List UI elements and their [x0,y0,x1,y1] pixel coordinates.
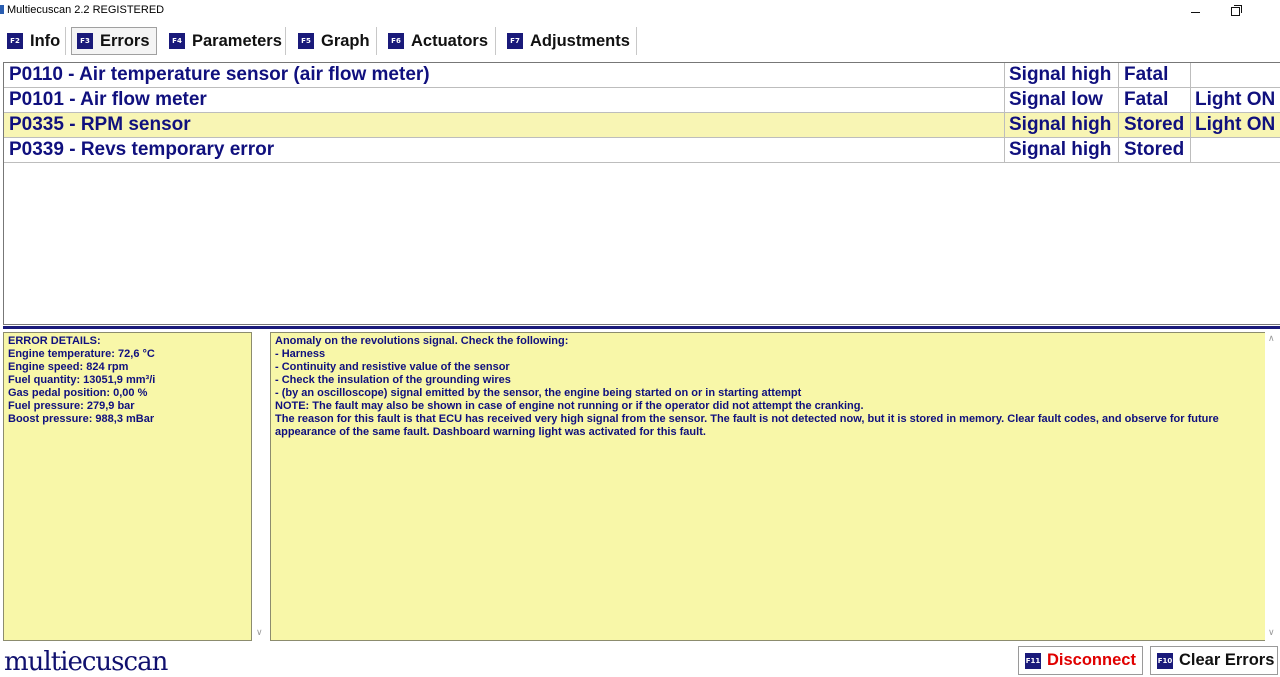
tab-label: Adjustments [530,31,630,50]
error-light [1190,63,1280,87]
description-line: The reason for this fault is that ECU ha… [275,413,1219,438]
error-signal: Signal high [1004,113,1118,137]
detail-engine-speed: Engine speed: 824 rpm [8,361,129,373]
clear-errors-button[interactable]: F10 Clear Errors [1150,646,1278,675]
scroll-down-icon[interactable]: ∨ [256,627,263,638]
error-status: Stored [1118,138,1190,162]
error-row[interactable]: P0101 - Air flow meter Signal low Fatal … [4,88,1280,113]
error-light [1190,138,1280,162]
tab-errors[interactable]: F3 Errors [71,27,157,55]
scroll-down-icon[interactable]: ∨ [1268,627,1275,638]
error-signal: Signal high [1004,63,1118,87]
error-row-selected[interactable]: P0335 - RPM sensor Signal high Stored Li… [4,113,1280,138]
detail-boost-pressure: Boost pressure: 988,3 mBar [8,413,155,425]
maximize-button[interactable] [1212,0,1258,22]
error-light: Light ON [1190,113,1280,137]
error-list: P0110 - Air temperature sensor (air flow… [3,62,1280,325]
tab-label: Info [30,31,61,50]
panel-splitter[interactable] [3,326,1280,329]
error-signal: Signal high [1004,138,1118,162]
description-line: - Harness [275,348,326,360]
detail-fuel-pressure: Fuel pressure: 279,9 bar [8,400,135,412]
error-light: Light ON [1190,88,1280,112]
description-line: - Continuity and resistive value of the … [275,361,510,373]
detail-fuel-quantity: Fuel quantity: 13051,9 mm³/i [8,374,156,386]
error-details-panel: ERROR DETAILS: Engine temperature: 72,6 … [3,332,252,641]
error-status: Stored [1118,113,1190,137]
details-scrollbar[interactable]: ∨ [253,332,268,641]
error-description: P0110 - Air temperature sensor (air flow… [9,64,430,85]
scroll-up-icon[interactable]: ∧ [1268,333,1275,344]
disconnect-label: Disconnect [1047,651,1136,669]
tab-parameters[interactable]: F4 Parameters [164,27,286,55]
detail-gas-pedal-position: Gas pedal position: 0,00 % [8,387,148,399]
description-line: NOTE: The fault may also be shown in cas… [275,400,864,412]
f11-key-icon: F11 [1025,652,1041,669]
error-description: P0101 - Air flow meter [9,89,207,110]
error-row[interactable]: P0110 - Air temperature sensor (air flow… [4,63,1280,88]
f5-key-icon: F5 [298,33,314,49]
description-line: - (by an oscilloscope) signal emitted by… [275,387,802,399]
description-scrollbar[interactable]: ∧ ∨ [1265,332,1280,641]
description-line: Anomaly on the revolutions signal. Check… [275,335,569,347]
error-description: P0339 - Revs temporary error [9,139,275,160]
f7-key-icon: F7 [507,33,523,49]
detail-engine-temperature: Engine temperature: 72,6 °C [8,348,155,360]
tab-label: Errors [100,31,150,50]
error-description-panel: Anomaly on the revolutions signal. Check… [270,332,1266,641]
error-description: P0335 - RPM sensor [9,114,191,135]
tab-adjustments[interactable]: F7 Adjustments [502,27,637,55]
disconnect-button[interactable]: F11 Disconnect [1018,646,1143,675]
f6-key-icon: F6 [388,33,404,49]
tab-label: Actuators [411,31,489,50]
tab-info[interactable]: F2 Info [2,27,66,55]
error-signal: Signal low [1004,88,1118,112]
f10-key-icon: F10 [1157,652,1173,669]
description-line: - Check the insulation of the grounding … [275,374,511,386]
f4-key-icon: F4 [169,33,185,49]
tab-graph[interactable]: F5 Graph [293,27,377,55]
app-icon [0,5,4,14]
multiecuscan-logo: multiecuscan [4,647,168,677]
tab-label: Graph [321,31,370,50]
tab-label: Parameters [192,31,282,50]
error-row[interactable]: P0339 - Revs temporary error Signal high… [4,138,1280,163]
tab-toolbar: F2 Info F3 Errors F4 Parameters F5 Graph… [0,26,1280,58]
error-status: Fatal [1118,88,1190,112]
minimize-icon [1190,11,1200,13]
maximize-icon [1230,4,1242,16]
f2-key-icon: F2 [7,33,23,49]
details-heading: ERROR DETAILS: [8,335,101,347]
window-title: Multiecuscan 2.2 REGISTERED [7,4,165,16]
f3-key-icon: F3 [77,33,93,49]
tab-actuators[interactable]: F6 Actuators [383,27,496,55]
clear-errors-label: Clear Errors [1179,651,1275,669]
title-bar: Multiecuscan 2.2 REGISTERED [0,0,1280,22]
error-status: Fatal [1118,63,1190,87]
